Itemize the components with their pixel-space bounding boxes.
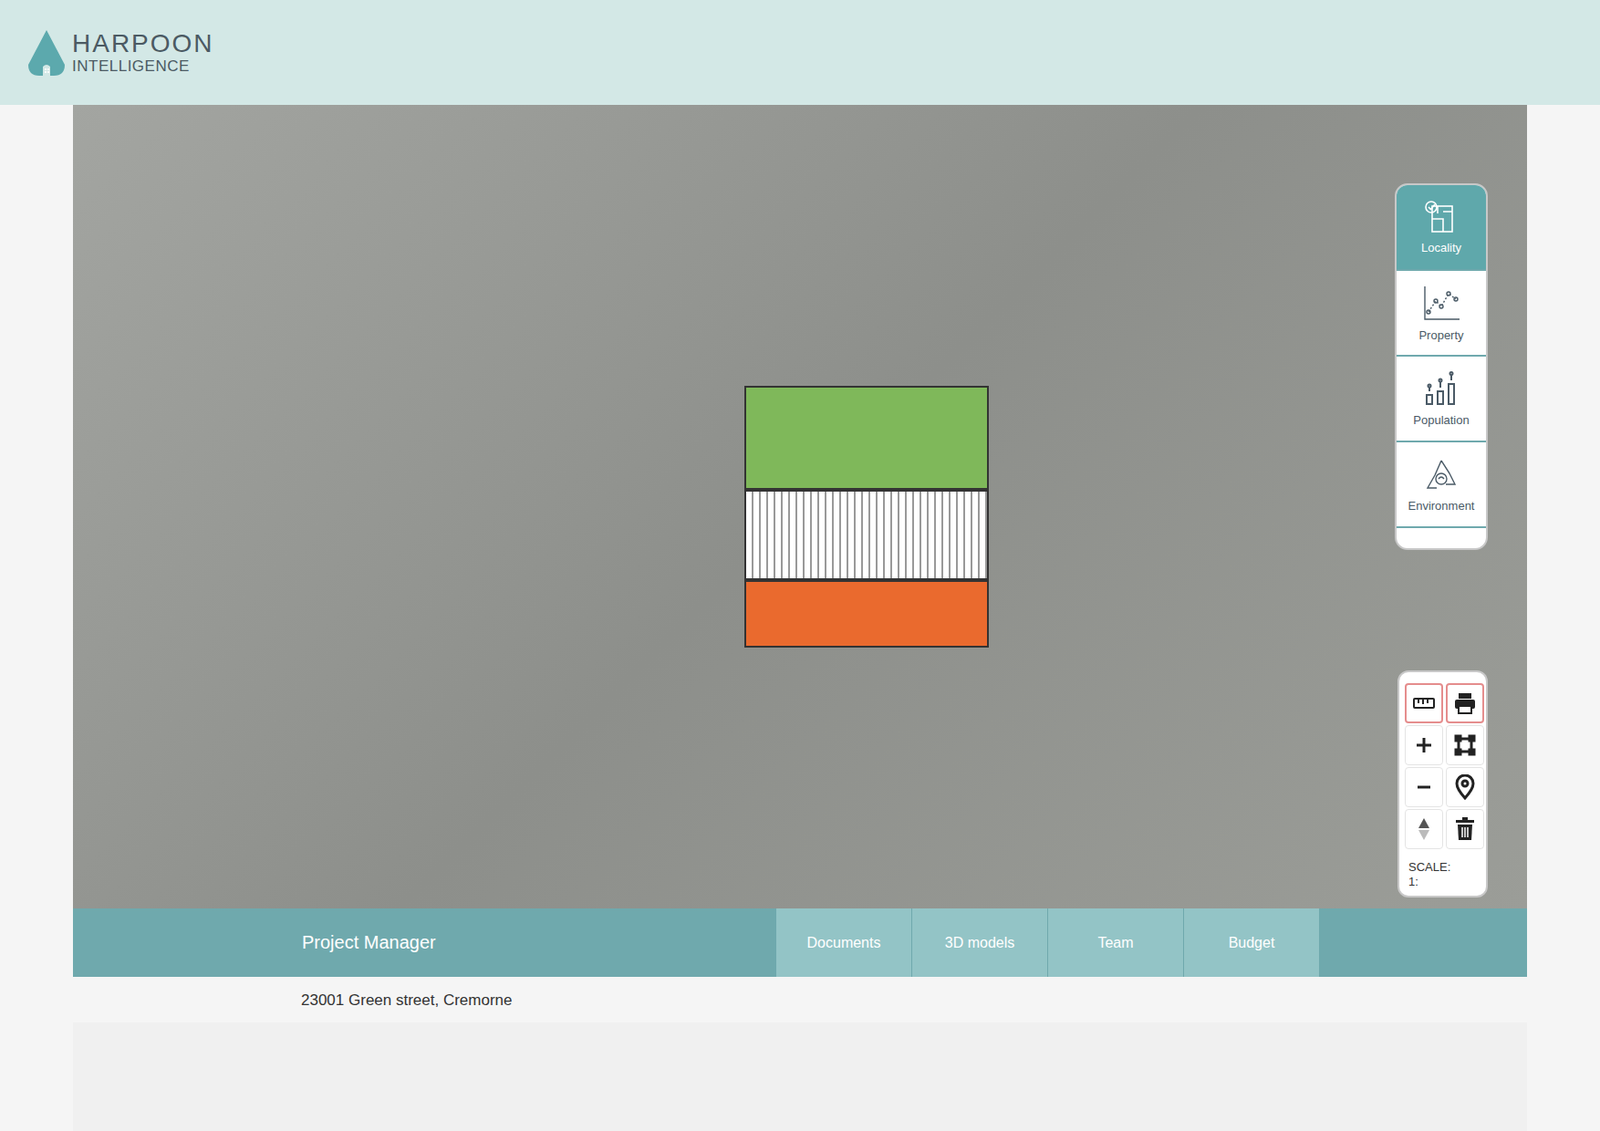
project-title: Project Manager [72,908,777,977]
compass-button[interactable] [1404,809,1444,850]
model-deck [744,489,989,581]
project-address: 23001 Green street, Cremorne [72,976,1528,1023]
project-tabs: Documents3D modelsTeamBudget [776,908,1320,977]
project-tab[interactable]: Team [1048,908,1184,977]
model-base [744,580,989,648]
line-chart-icon [1421,284,1462,323]
project-tab[interactable]: 3D models [912,908,1048,977]
project-tab[interactable]: Documents [776,908,912,977]
side-panel-label: Population [1412,413,1469,427]
ruler-button[interactable] [1404,683,1444,724]
side-panel-item[interactable]: Locality [1396,185,1486,271]
zoom-out-button[interactable] [1404,767,1444,808]
print-button[interactable] [1445,683,1485,724]
details-panel [72,1022,1528,1131]
logo-subtitle: INTELLIGENCE [72,58,215,74]
minus-icon [1414,778,1434,797]
side-panel-item[interactable]: Environment [1396,442,1486,529]
compass-icon [1416,816,1432,842]
logo-title: HARPOON [72,31,215,57]
ruler-icon [1412,695,1436,712]
page: HARPOONINTELLIGENCE Locality Property Popul… [0,0,1600,1131]
side-panel-label: Locality [1421,240,1462,255]
tool-grid [1404,683,1481,850]
printer-icon [1453,691,1477,716]
trash-button[interactable] [1445,809,1485,850]
building-model[interactable] [744,385,989,648]
map-side-panel: Locality Property Population Environment [1394,183,1488,551]
content: Locality Property Population Environment SCA… [72,104,1528,1131]
side-panel-item[interactable]: Property [1396,270,1486,357]
header: HARPOONINTELLIGENCE [0,0,1600,105]
recycle-icon [1422,457,1461,494]
logo-text: HARPOONINTELLIGENCE [72,31,215,74]
model-roof [744,385,989,490]
floor-plan-icon [1423,200,1460,236]
trash-icon [1454,817,1476,842]
side-panel-label: Environment [1408,498,1476,513]
side-panel-label: Property [1418,328,1464,343]
map-tools-panel: SCALE:1: [1397,670,1488,898]
zoom-in-button[interactable] [1404,725,1444,766]
scale-label: SCALE: [1408,860,1481,875]
side-panel-item[interactable]: Population [1396,356,1486,443]
frame-button[interactable] [1445,725,1485,766]
frame-icon [1454,734,1476,757]
pin-button[interactable] [1445,767,1485,808]
logo-drop-icon [24,28,69,78]
bar-chart-icon [1423,371,1460,408]
map-scale: SCALE:1: [1404,860,1481,889]
logo[interactable]: HARPOONINTELLIGENCE [24,28,215,78]
plus-icon [1414,736,1434,755]
pin-icon [1454,774,1476,800]
project-bar: Project ManagerDocuments3D modelsTeamBud… [72,908,1528,977]
project-tab[interactable]: Budget [1184,908,1320,977]
aerial-map[interactable]: Locality Property Population Environment SCA… [72,104,1528,909]
scale-value: 1: [1408,874,1481,890]
